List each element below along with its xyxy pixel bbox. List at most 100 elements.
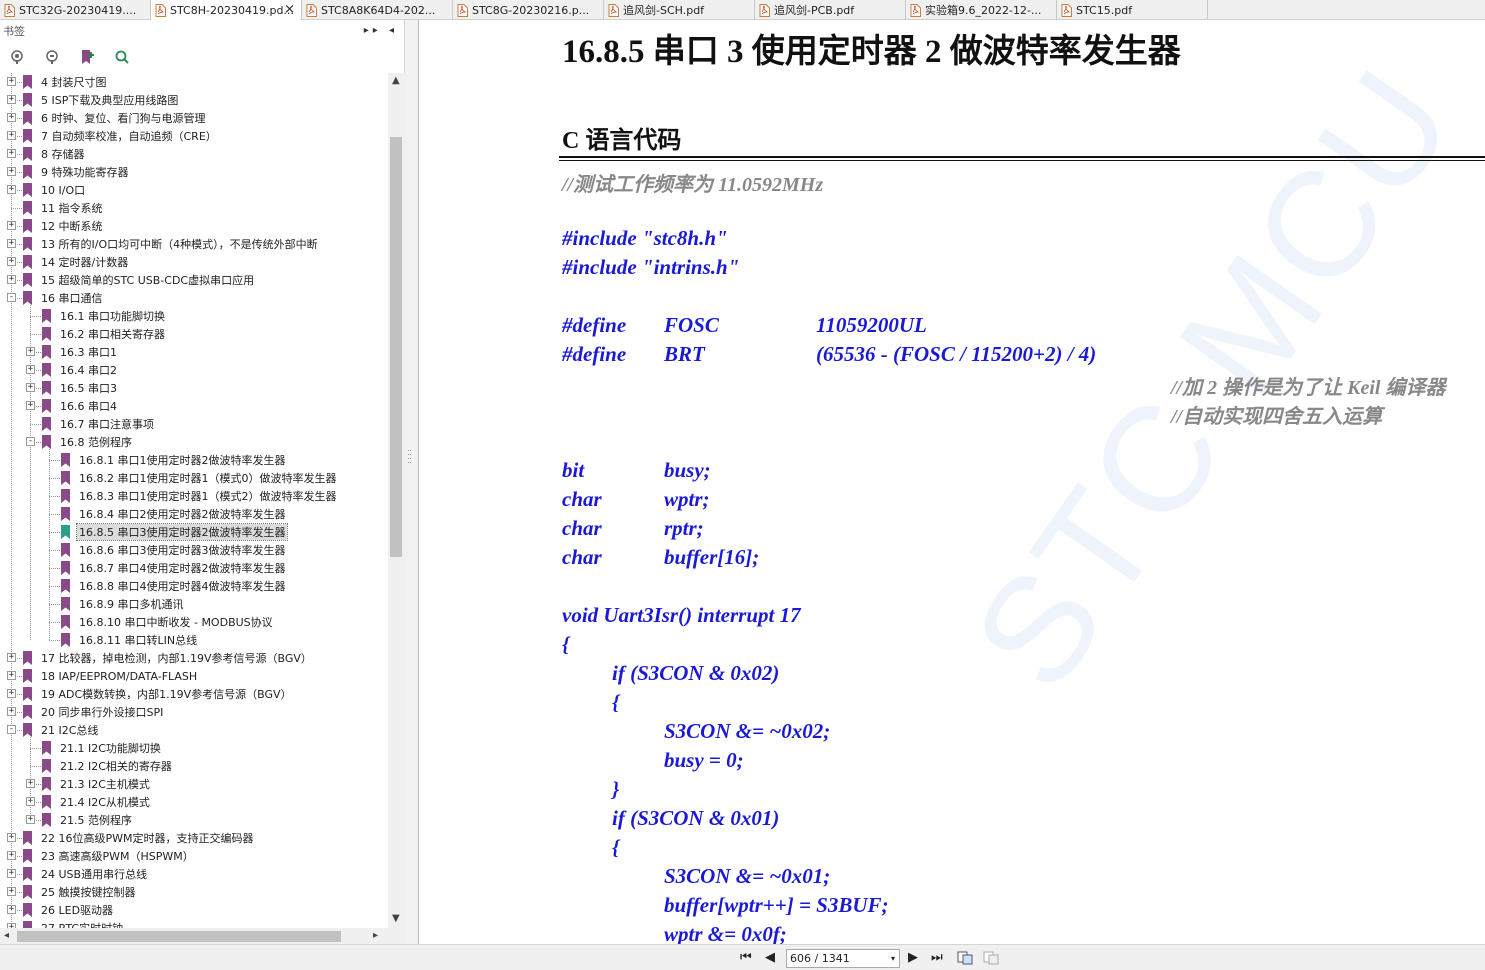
bookmark-item[interactable]: - 16.8 范例程序 (0, 433, 388, 451)
bookmark-item[interactable]: +18 IAP/EEPROM/DATA-FLASH (0, 667, 388, 685)
bookmark-vertical-scrollbar[interactable]: ▲ ▼ (388, 73, 405, 948)
bookmark-item[interactable]: +13 所有的I/O口均可中断（4种模式），不是传统外部中断 (0, 235, 388, 253)
bookmark-item[interactable]: 11 指令系统 (0, 199, 388, 217)
expand-icon[interactable]: + (7, 275, 16, 284)
bookmark-item[interactable]: +20 同步串行外设接口SPI (0, 703, 388, 721)
bookmark-item[interactable]: 16.7 串口注意事项 (0, 415, 388, 433)
panel-splitter[interactable] (405, 20, 419, 944)
expand-icon[interactable]: + (7, 653, 16, 662)
collapse-all-bookmarks-icon[interactable] (43, 48, 61, 66)
tab-4[interactable]: STC8G-20230216.p... (453, 0, 604, 20)
view-mode-icon[interactable] (957, 951, 973, 965)
bookmark-item[interactable]: +10 I/O口 (0, 181, 388, 199)
expand-icon[interactable]: + (26, 365, 35, 374)
bookmark-horizontal-scrollbar[interactable]: ◂ ▸ (0, 928, 388, 945)
expand-icon[interactable]: + (26, 779, 35, 788)
bookmark-item[interactable]: 16.8.8 串口4使用定时器4做波特率发生器 (0, 577, 388, 595)
bookmark-item[interactable]: +17 比较器，掉电检测，内部1.19V参考信号源（BGV） (0, 649, 388, 667)
tab-8[interactable]: STC15.pdf (1057, 0, 1208, 20)
bookmark-item[interactable]: 16.8.9 串口多机通讯 (0, 595, 388, 613)
expand-icon[interactable]: + (7, 77, 16, 86)
bookmark-item[interactable]: +16.4 串口2 (0, 361, 388, 379)
tab-7[interactable]: 实验箱9.6_2022-12-... (906, 0, 1057, 20)
bookmark-item[interactable]: +6 时钟、复位、看门狗与电源管理 (0, 109, 388, 127)
first-page-button[interactable]: ⏮ (740, 951, 752, 965)
expand-icon[interactable]: + (7, 131, 16, 140)
bookmark-item[interactable]: 16.8.3 串口1使用定时器1（模式2）做波特率发生器 (0, 487, 388, 505)
find-bookmark-icon[interactable] (113, 48, 131, 66)
close-tab-icon[interactable]: × (284, 2, 295, 17)
bookmark-item[interactable]: 16.8.6 串口3使用定时器3做波特率发生器 (0, 541, 388, 559)
bookmark-item[interactable]: +21.4 I2C从机模式 (0, 793, 388, 811)
bookmark-item[interactable]: 16.8.10 串口中断收发 - MODBUS协议 (0, 613, 388, 631)
expand-icon[interactable]: + (26, 797, 35, 806)
collapse-icon[interactable]: - (7, 725, 16, 734)
next-page-button[interactable]: ▶ (908, 951, 918, 965)
bookmark-item[interactable]: 16.2 串口相关寄存器 (0, 325, 388, 343)
expand-icon[interactable]: + (7, 149, 16, 158)
bookmark-item[interactable]: 16.8.2 串口1使用定时器1（模式0）做波特率发生器 (0, 469, 388, 487)
expand-icon[interactable]: + (7, 95, 16, 104)
expand-icon[interactable]: + (26, 815, 35, 824)
expand-icon[interactable]: + (26, 401, 35, 410)
bookmark-item[interactable]: - 16 串口通信 (0, 289, 388, 307)
bookmark-item[interactable]: 16.8.5 串口3使用定时器2做波特率发生器 (0, 523, 388, 541)
panel-controls[interactable]: ▸▸ ◂ (364, 25, 398, 36)
bookmark-item[interactable]: 21.1 I2C功能脚切换 (0, 739, 388, 757)
vertical-scroll-thumb[interactable] (390, 137, 402, 557)
expand-icon[interactable]: + (26, 347, 35, 356)
expand-icon[interactable]: + (7, 689, 16, 698)
bookmark-item[interactable]: 16.8.7 串口4使用定时器2做波特率发生器 (0, 559, 388, 577)
bookmark-item[interactable]: +22 16位高级PWM定时器，支持正交编码器 (0, 829, 388, 847)
previous-page-button[interactable]: ◀ (765, 951, 775, 965)
bookmark-item[interactable]: +16.6 串口4 (0, 397, 388, 415)
bookmark-item[interactable]: 16.1 串口功能脚切换 (0, 307, 388, 325)
tab-6[interactable]: 追风剑-PCB.pdf (755, 0, 906, 20)
bookmark-item[interactable]: +8 存储器 (0, 145, 388, 163)
bookmark-item[interactable]: +16.5 串口3 (0, 379, 388, 397)
expand-icon[interactable]: + (26, 383, 35, 392)
scroll-up-arrow-icon[interactable]: ▲ (392, 75, 400, 86)
bookmark-item[interactable]: - 21 I2C总线 (0, 721, 388, 739)
bookmark-item[interactable]: +9 特殊功能寄存器 (0, 163, 388, 181)
bookmark-item[interactable]: 21.2 I2C相关的寄存器 (0, 757, 388, 775)
expand-icon[interactable]: + (7, 239, 16, 248)
bookmark-item[interactable]: +25 触摸按键控制器 (0, 883, 388, 901)
expand-icon[interactable]: + (7, 185, 16, 194)
tab-3[interactable]: STC8A8K64D4-202... (302, 0, 453, 20)
page-number-field[interactable]: 606 / 1341 ▾ (786, 949, 900, 968)
expand-icon[interactable]: + (7, 905, 16, 914)
bookmark-item[interactable]: +5 ISP下载及典型应用线路图 (0, 91, 388, 109)
expand-icon[interactable]: + (7, 167, 16, 176)
expand-icon[interactable]: + (7, 113, 16, 122)
expand-icon[interactable]: + (7, 221, 16, 230)
expand-icon[interactable]: + (7, 257, 16, 266)
scroll-down-arrow-icon[interactable]: ▼ (392, 913, 400, 924)
bookmark-item[interactable]: +15 超级简单的STC USB-CDC虚拟串口应用 (0, 271, 388, 289)
expand-icon[interactable]: + (7, 869, 16, 878)
horizontal-scroll-thumb[interactable] (17, 931, 341, 942)
bookmark-item[interactable]: +19 ADC模数转换，内部1.19V参考信号源（BGV） (0, 685, 388, 703)
bookmark-item[interactable]: +7 自动频率校准，自动追频（CRE） (0, 127, 388, 145)
expand-icon[interactable]: + (7, 833, 16, 842)
tab-5[interactable]: 追风剑-SCH.pdf (604, 0, 755, 20)
bookmark-item[interactable]: +4 封装尺寸图 (0, 73, 388, 91)
tab-1[interactable]: STC32G-20230419.... (0, 0, 151, 20)
chevron-down-icon[interactable]: ▾ (891, 950, 895, 967)
scroll-right-arrow-icon[interactable]: ▸ (373, 930, 378, 941)
last-page-button[interactable]: ⏭ (931, 951, 943, 965)
bookmark-item[interactable]: +12 中断系统 (0, 217, 388, 235)
collapse-icon[interactable]: - (7, 293, 16, 302)
expand-icon[interactable]: + (7, 671, 16, 680)
expand-icon[interactable]: + (7, 887, 16, 896)
collapse-icon[interactable]: - (26, 437, 35, 446)
scroll-left-arrow-icon[interactable]: ◂ (4, 930, 9, 941)
add-bookmark-icon[interactable] (78, 48, 96, 66)
bookmark-item[interactable]: 16.8.1 串口1使用定时器2做波特率发生器 (0, 451, 388, 469)
bookmark-item[interactable]: +21.3 I2C主机模式 (0, 775, 388, 793)
page-layout-icon[interactable] (983, 951, 999, 965)
bookmark-item[interactable]: +16.3 串口1 (0, 343, 388, 361)
expand-all-bookmarks-icon[interactable] (8, 48, 26, 66)
expand-icon[interactable]: + (7, 707, 16, 716)
bookmark-item[interactable]: +23 高速高级PWM（HSPWM） (0, 847, 388, 865)
